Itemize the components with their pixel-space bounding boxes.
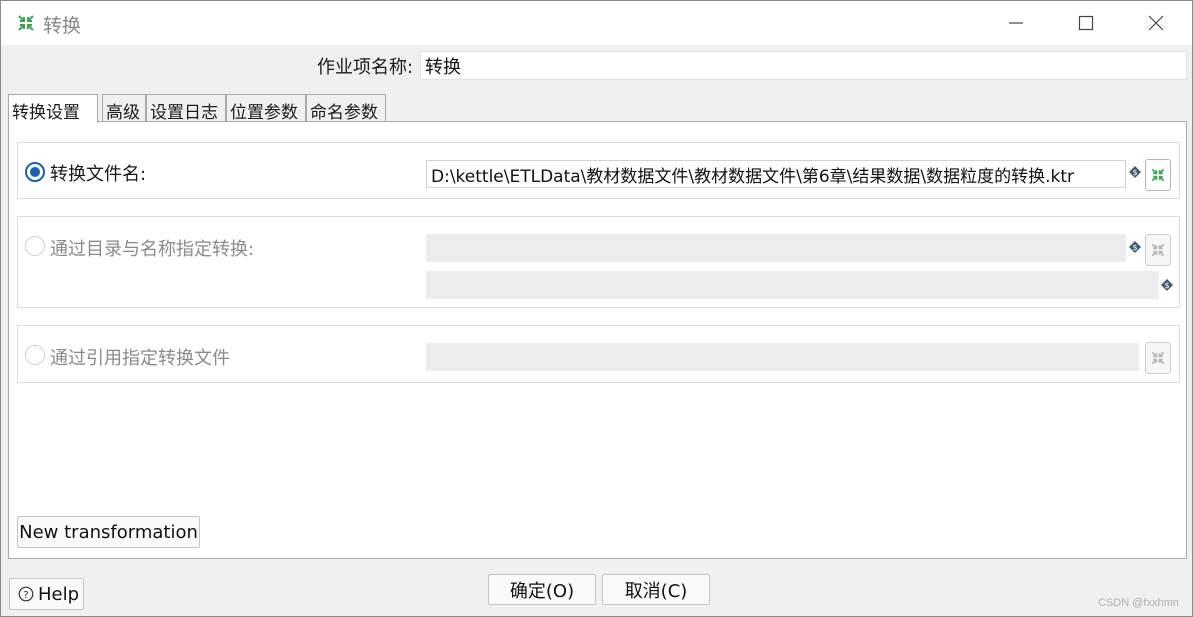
transformation-dialog: 转换 作业项名称: 转换设置 高级 设置日志 位置参数 命名参数 转换文件名: … [0,0,1193,617]
tab-named-parameters[interactable]: 命名参数 [306,94,386,123]
new-transformation-button[interactable]: New transformation [17,516,200,548]
filename-input[interactable] [426,160,1126,188]
filename-label: 转换文件名: [50,164,147,185]
watermark: CSDN @fxxhmn [1098,597,1179,609]
reference-radio[interactable] [25,345,45,365]
minimize-icon [1009,22,1023,24]
filename-option-group: 转换文件名: $ [17,142,1180,199]
job-name-label: 作业项名称: [317,57,414,78]
help-label: Help [38,583,80,605]
minimize-button[interactable] [981,1,1051,45]
help-button[interactable]: ? Help [9,578,84,610]
tab-logging[interactable]: 设置日志 [146,94,226,123]
close-icon [1148,15,1164,31]
transformation-icon [1151,351,1165,365]
tab-panel-transformation-settings: 转换文件名: $ 通过目录与名称指定转换: $ [8,121,1187,559]
transformation-icon [18,15,34,31]
job-name-input[interactable] [420,51,1187,80]
repository-label: 通过目录与名称指定转换: [50,239,255,260]
repository-option-group: 通过目录与名称指定转换: $ $ [17,216,1180,308]
title-bar: 转换 [1,1,1192,45]
transformation-icon [1151,168,1165,182]
maximize-button[interactable] [1051,1,1121,45]
window-title: 转换 [43,15,82,37]
repository-directory-input[interactable] [426,234,1126,262]
tab-transformation-settings[interactable]: 转换设置 [8,94,98,123]
repository-radio[interactable] [25,236,45,256]
tab-positional-parameters[interactable]: 位置参数 [226,94,306,123]
filename-radio[interactable] [25,162,45,182]
browse-file-button[interactable] [1145,159,1171,191]
maximize-icon [1078,15,1094,31]
help-icon: ? [18,586,34,602]
tab-advanced[interactable]: 高级 [102,94,146,123]
svg-text:$: $ [1132,168,1137,177]
reference-option-group: 通过引用指定转换文件 [17,325,1180,383]
variable-icon[interactable]: $ [1129,166,1141,178]
ok-button[interactable]: 确定(O) [488,574,596,605]
svg-text:?: ? [23,590,28,601]
variable-icon[interactable]: $ [1129,241,1141,253]
reference-label: 通过引用指定转换文件 [50,348,230,369]
browse-reference-button[interactable] [1145,342,1171,374]
variable-icon[interactable]: $ [1161,279,1173,291]
svg-text:$: $ [1132,243,1137,252]
svg-text:$: $ [1164,281,1169,290]
repository-name-input[interactable] [426,271,1159,299]
close-button[interactable] [1121,1,1191,45]
cancel-button[interactable]: 取消(C) [602,574,710,605]
browse-repository-button[interactable] [1145,234,1171,266]
reference-input[interactable] [426,343,1139,371]
transformation-icon [1151,243,1165,257]
